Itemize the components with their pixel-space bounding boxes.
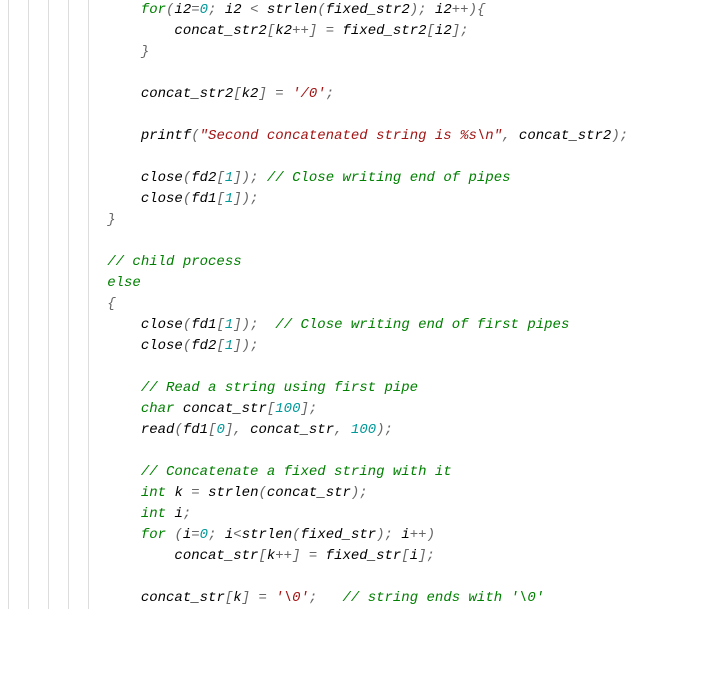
code-line: } xyxy=(40,210,723,231)
code-line: else xyxy=(40,273,723,294)
code-line: close(fd1[1]); // Close writing end of f… xyxy=(40,315,723,336)
code-line xyxy=(40,63,723,84)
code-line: concat_str2[k2] = '/0'; xyxy=(40,84,723,105)
code-line: for (i=0; i<strlen(fixed_str); i++) xyxy=(40,525,723,546)
code-line xyxy=(40,231,723,252)
code-block: for(i2=0; i2 < strlen(fixed_str2); i2++)… xyxy=(0,0,723,609)
code-line: int k = strlen(concat_str); xyxy=(40,483,723,504)
indent-guide xyxy=(8,0,9,609)
code-lines: for(i2=0; i2 < strlen(fixed_str2); i2++)… xyxy=(40,0,723,609)
code-line: // child process xyxy=(40,252,723,273)
indent-guide xyxy=(68,0,69,609)
code-line: close(fd2[1]); xyxy=(40,336,723,357)
code-line: } xyxy=(40,42,723,63)
code-line xyxy=(40,357,723,378)
indent-guide xyxy=(88,0,89,609)
code-line: printf("Second concatenated string is %s… xyxy=(40,126,723,147)
code-line: concat_str2[k2++] = fixed_str2[i2]; xyxy=(40,21,723,42)
indent-guide xyxy=(48,0,49,609)
code-line: char concat_str[100]; xyxy=(40,399,723,420)
code-line xyxy=(40,441,723,462)
code-line: { xyxy=(40,294,723,315)
code-line: // Concatenate a fixed string with it xyxy=(40,462,723,483)
code-line xyxy=(40,147,723,168)
code-line: close(fd1[1]); xyxy=(40,189,723,210)
code-line xyxy=(40,567,723,588)
code-line: concat_str[k] = '\0'; // string ends wit… xyxy=(40,588,723,609)
code-line: concat_str[k++] = fixed_str[i]; xyxy=(40,546,723,567)
code-line: read(fd1[0], concat_str, 100); xyxy=(40,420,723,441)
code-line: int i; xyxy=(40,504,723,525)
code-line: // Read a string using first pipe xyxy=(40,378,723,399)
code-line: close(fd2[1]); // Close writing end of p… xyxy=(40,168,723,189)
code-line xyxy=(40,105,723,126)
code-line: for(i2=0; i2 < strlen(fixed_str2); i2++)… xyxy=(40,0,723,21)
indent-guide xyxy=(28,0,29,609)
